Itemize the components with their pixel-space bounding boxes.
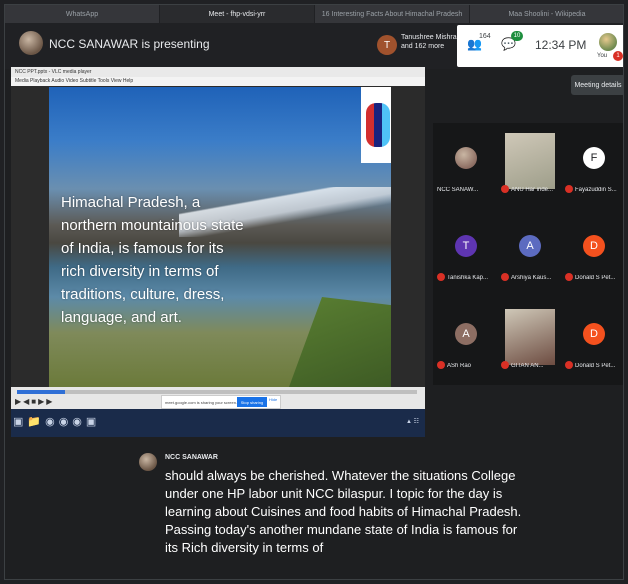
participant-tile[interactable]: NCC SANAW...	[433, 133, 497, 195]
tile-name: Tanushree Mishra and 162 more	[401, 34, 457, 50]
participant-name: ASh Rao	[447, 363, 472, 369]
seek-bar-fill	[17, 390, 65, 394]
notification-badge: 1	[613, 51, 623, 61]
meeting-details-button[interactable]: Meeting details	[571, 75, 623, 95]
presenter-avatar	[19, 31, 43, 55]
muted-mic-icon	[437, 273, 445, 281]
participant-video	[505, 309, 555, 365]
participant-tile[interactable]: D Donald S Pet...	[561, 221, 623, 283]
hide-notice-button[interactable]: Hide	[269, 397, 277, 402]
participant-tile[interactable]: A ASh Rao	[433, 309, 497, 371]
participant-tile[interactable]: A Arshiya Kaus...	[497, 221, 561, 283]
participant-tile[interactable]: D Donald S Pet...	[561, 309, 623, 371]
participant-name: Donald S Pet...	[575, 275, 616, 281]
participant-avatar: T	[455, 235, 477, 257]
shared-screen: NCC PPT.pptx - VLC media player Media Pl…	[11, 67, 425, 437]
live-caption-text: should always be cherished. Whatever the…	[165, 468, 522, 555]
presenting-label: NCC SANAWAR is presenting	[49, 37, 210, 51]
muted-mic-icon	[565, 273, 573, 281]
taskbar-app-icons[interactable]: ▣📁◉◉◉▣	[13, 415, 100, 428]
ncc-emblem	[366, 103, 390, 147]
participant-name: NCC SANAW...	[437, 187, 479, 193]
participant-name: Donald S Pet...	[575, 363, 616, 369]
clock: 12:34 PM	[535, 38, 587, 52]
browser-tab-bar: WhatsApp Meet - fhp-vdsi-yrr 16 Interest…	[5, 5, 623, 23]
participant-tile-summary[interactable]: T Tanushree Mishra and 162 more	[375, 29, 457, 63]
participant-photo	[455, 147, 477, 169]
tab-himachal-facts[interactable]: 16 Interesting Facts About Himachal Prad…	[315, 5, 470, 23]
muted-mic-icon	[565, 361, 573, 369]
self-label: You	[597, 53, 608, 59]
player-controls: ▶◀■▶▶ meet.google.com is sharing your sc…	[11, 387, 425, 409]
caption-speaker-avatar	[139, 453, 157, 471]
player-title-bar: NCC PPT.pptx - VLC media player	[11, 67, 425, 77]
participant-avatar: D	[583, 235, 605, 257]
meet-header: NCC SANAWAR is presenting T Tanushree Mi…	[5, 23, 623, 69]
stop-sharing-button[interactable]: Stop sharing	[237, 397, 267, 407]
participant-name: GITAN AN...	[511, 363, 544, 369]
people-count: 164	[479, 33, 491, 40]
system-tray: ▲ ☷	[406, 419, 419, 425]
tab-whatsapp[interactable]: WhatsApp	[5, 5, 160, 23]
slide-hillside	[289, 297, 391, 387]
presentation-slide: Himachal Pradesh, a northern mountainous…	[49, 87, 391, 387]
player-menu-bar: Media Playback Audio Video Subtitle Tool…	[11, 77, 425, 86]
caption-speaker-name: NCC SANAWAR	[165, 454, 218, 461]
muted-mic-icon	[501, 361, 509, 369]
meet-window: WhatsApp Meet - fhp-vdsi-yrr 16 Interest…	[4, 4, 624, 580]
participant-name: Tanishka Kap...	[447, 275, 489, 281]
muted-mic-icon	[501, 185, 509, 193]
participant-avatar: A	[519, 235, 541, 257]
seek-bar[interactable]	[17, 390, 417, 394]
tab-meet[interactable]: Meet - fhp-vdsi-yrr	[160, 5, 315, 23]
participant-tile[interactable]: F Fayazuddin S...	[561, 133, 623, 195]
chat-badge: 10	[511, 31, 523, 41]
windows-taskbar: ▣📁◉◉◉▣ ▲ ☷	[11, 409, 425, 437]
participant-avatar: F	[583, 147, 605, 169]
participant-avatar: A	[455, 323, 477, 345]
participant-name: Fayazuddin S...	[575, 187, 617, 193]
ncc-logo	[361, 87, 391, 163]
meet-toolbar: 👥 164 💬 10 12:34 PM You 1	[457, 25, 623, 67]
participant-tile[interactable]: T Tanishka Kap...	[433, 221, 497, 283]
muted-mic-icon	[565, 185, 573, 193]
participant-tile[interactable]: ANU Har inde...	[497, 133, 561, 195]
participant-grid: NCC SANAW... ANU Har inde... F Fayazuddin S…	[433, 123, 623, 385]
participant-avatar: D	[583, 323, 605, 345]
participant-tile[interactable]: GITAN AN...	[497, 309, 561, 371]
self-avatar[interactable]	[599, 33, 617, 51]
tile-avatar: T	[377, 35, 397, 55]
participant-name: Arshiya Kaus...	[511, 275, 552, 281]
participant-video	[505, 133, 555, 189]
tab-wikipedia[interactable]: Maa Shoolini - Wikipedia	[470, 5, 623, 23]
playback-buttons[interactable]: ▶◀■▶▶	[15, 397, 54, 406]
slide-text: Himachal Pradesh, a northern mountainous…	[61, 194, 244, 326]
muted-mic-icon	[437, 361, 445, 369]
muted-mic-icon	[501, 273, 509, 281]
participant-name: ANU Har inde...	[511, 187, 554, 193]
